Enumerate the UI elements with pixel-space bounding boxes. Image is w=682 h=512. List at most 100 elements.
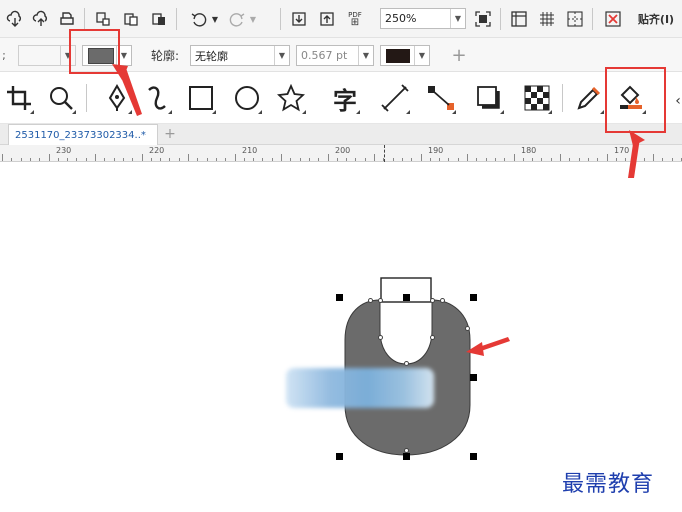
drop-shadow-tool[interactable] — [472, 80, 506, 116]
selection-handle-mr[interactable] — [470, 374, 477, 381]
path-node[interactable] — [430, 298, 435, 303]
parallel-dimension-tool[interactable] — [378, 80, 412, 116]
ruler-tick — [309, 158, 310, 161]
ruler-tick — [197, 158, 198, 161]
ruler-label: 170 — [614, 146, 630, 155]
ruler-tick — [644, 158, 645, 161]
ruler-tick — [58, 158, 59, 161]
pen-tool[interactable] — [100, 80, 134, 116]
path-node[interactable] — [440, 298, 445, 303]
undo-icon[interactable] — [188, 8, 210, 30]
ruler-tick — [616, 158, 617, 161]
add-preset-button[interactable]: + — [448, 45, 470, 66]
chevron-down-icon[interactable]: ▼ — [274, 46, 289, 65]
selection-handle-bl[interactable] — [336, 453, 343, 460]
text-tool[interactable]: 字 — [328, 80, 362, 116]
export-up-icon[interactable] — [316, 8, 338, 30]
blurred-redaction — [286, 368, 434, 408]
cursor-position-marker — [384, 145, 385, 162]
ruler-label: 180 — [521, 146, 537, 155]
outline-label: 轮廓: — [150, 48, 180, 63]
watermark-text: 最需教育 — [562, 472, 655, 497]
ruler-tick — [235, 154, 236, 161]
zoom-tool[interactable] — [44, 80, 78, 116]
drawing-canvas[interactable]: 最需教育 — [0, 163, 682, 512]
ruler-label: 190 — [428, 146, 444, 155]
selection-handle-tl[interactable] — [336, 294, 343, 301]
ruler-tick — [67, 158, 68, 161]
import-icon[interactable] — [4, 8, 26, 30]
outline-width-value: 0.567 pt — [301, 49, 348, 62]
ruler-tick — [476, 158, 477, 161]
chevron-down-icon[interactable]: ▼ — [248, 10, 258, 28]
overflow-tool-fragment[interactable]: ‹ — [674, 92, 682, 110]
outline-color-picker[interactable]: ▼ — [380, 45, 430, 66]
selection-handle-tc[interactable] — [403, 294, 410, 301]
ruler-tick — [142, 154, 143, 161]
ruler-tick — [21, 158, 22, 161]
new-tab-button[interactable]: + — [162, 126, 178, 142]
rulers-icon[interactable] — [508, 8, 530, 30]
annotation-box-fill-tool — [605, 67, 666, 133]
chevron-down-icon[interactable]: ▼ — [358, 46, 373, 65]
grid-icon[interactable] — [536, 8, 558, 30]
outline-style-select[interactable]: 无轮廓 ▼ — [190, 45, 290, 66]
ruler-tick — [439, 158, 440, 161]
fullscreen-icon[interactable] — [472, 8, 494, 30]
chevron-down-icon[interactable]: ▼ — [210, 10, 220, 28]
snap-to-menu[interactable]: 贴齐(I) — [632, 8, 680, 30]
ruler-tick — [2, 154, 3, 161]
import-down-icon[interactable] — [288, 8, 310, 30]
copy-icon[interactable] — [92, 8, 114, 30]
ruler-tick — [634, 158, 635, 161]
ruler-tick — [39, 158, 40, 161]
ruler-tick — [253, 158, 254, 161]
ruler-tick — [607, 154, 608, 161]
ellipse-tool[interactable] — [230, 80, 264, 116]
path-node[interactable] — [368, 298, 373, 303]
redo-icon[interactable] — [226, 8, 248, 30]
ruler-tick — [365, 158, 366, 161]
pdf-grid-glyph: ⊞ — [350, 17, 360, 28]
tab-document[interactable]: 2531170_23373302334..* — [8, 124, 158, 145]
ruler-tick — [662, 158, 663, 161]
pdf-icon[interactable]: PDF ⊞ — [344, 8, 366, 30]
path-node[interactable] — [378, 335, 383, 340]
fill-type-select[interactable]: ▼ — [18, 45, 76, 66]
horizontal-ruler: 230 220 210 200 190 180 170 — [0, 145, 682, 162]
path-node[interactable] — [378, 298, 383, 303]
paste-icon[interactable] — [120, 8, 142, 30]
rectangle-tool[interactable] — [184, 80, 218, 116]
ruler-tick — [625, 158, 626, 161]
selection-handle-br[interactable] — [470, 453, 477, 460]
ruler-label: 220 — [149, 146, 165, 155]
outline-style-value: 无轮廓 — [195, 49, 228, 63]
selection-handle-tr[interactable] — [470, 294, 477, 301]
chevron-down-icon[interactable]: ▼ — [414, 46, 429, 65]
freehand-tool[interactable] — [140, 80, 174, 116]
ruler-tick — [290, 158, 291, 161]
print-icon[interactable] — [56, 8, 78, 30]
snap-off-icon[interactable] — [602, 8, 624, 30]
path-node[interactable] — [404, 361, 409, 366]
guidelines-icon[interactable] — [564, 8, 586, 30]
connector-tool[interactable] — [424, 80, 458, 116]
clipboard-icon[interactable] — [148, 8, 170, 30]
polygon-tool[interactable] — [274, 80, 308, 116]
outline-width-select[interactable]: 0.567 pt ▼ — [296, 45, 374, 66]
ruler-tick — [151, 158, 152, 161]
transparency-tool[interactable] — [520, 80, 554, 116]
ruler-tick — [86, 158, 87, 161]
crop-tool[interactable] — [2, 80, 36, 116]
export-icon[interactable] — [30, 8, 52, 30]
ruler-tick — [672, 158, 673, 161]
outline-color-swatch — [386, 48, 410, 63]
selection-handle-bc[interactable] — [403, 453, 410, 460]
path-node[interactable] — [430, 335, 435, 340]
path-node[interactable] — [404, 448, 409, 453]
path-node[interactable] — [465, 326, 470, 331]
eyedropper-tool[interactable] — [572, 80, 606, 116]
zoom-select[interactable]: 250% ▼ — [380, 8, 466, 29]
ruler-tick — [430, 158, 431, 161]
chevron-down-icon[interactable]: ▼ — [450, 9, 465, 28]
